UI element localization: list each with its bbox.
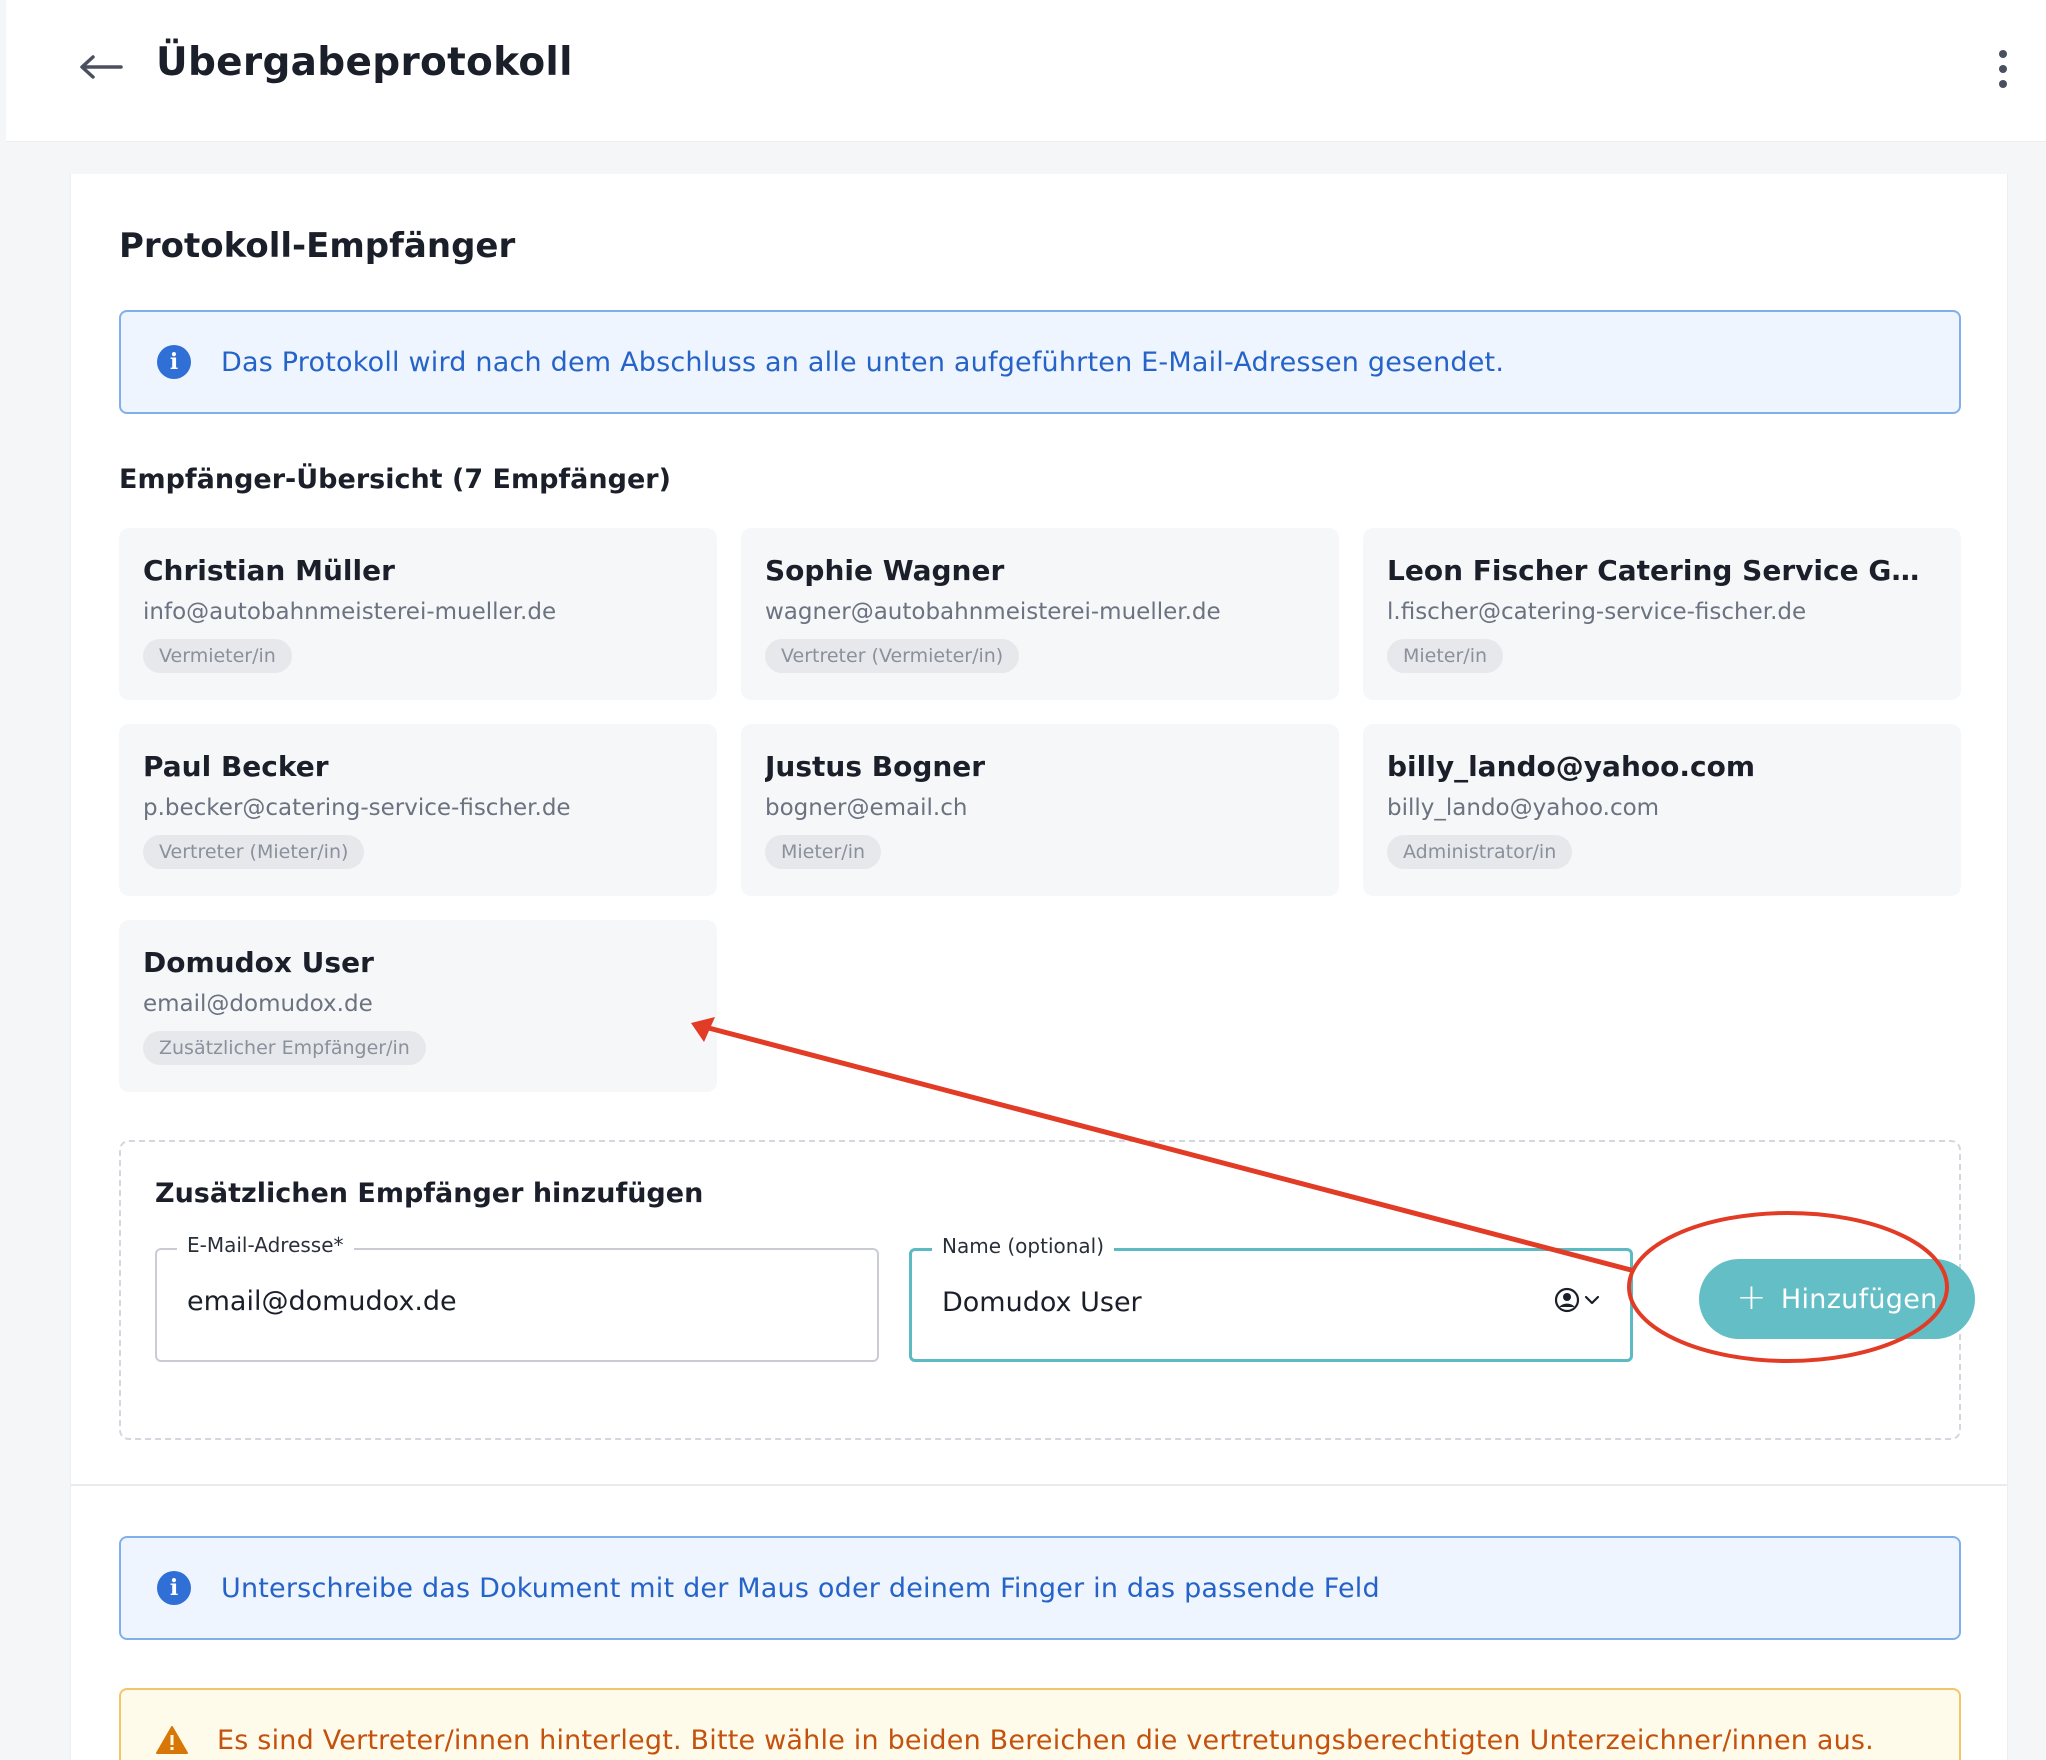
- recipient-card: Paul Becker p.becker@catering-service-fi…: [119, 724, 717, 896]
- more-menu-button[interactable]: [1986, 44, 2020, 94]
- warning-text: Es sind Vertreter/innen hinterlegt. Bitt…: [217, 1724, 1874, 1756]
- more-vertical-icon-dot: [1999, 80, 2007, 88]
- info-icon: i: [157, 1571, 191, 1605]
- recipient-name: billy_lando@yahoo.com: [1387, 750, 1755, 783]
- recipient-card: Christian Müller info@autobahnmeisterei-…: [119, 528, 717, 700]
- recipient-name: Sophie Wagner: [765, 554, 1005, 587]
- protocol-card: Protokoll-Empfänger i Das Protokoll wird…: [70, 174, 2008, 1760]
- email-field: E-Mail-Adresse*: [155, 1233, 879, 1362]
- add-recipient-title: Zusätzlichen Empfänger hinzufügen: [155, 1178, 704, 1209]
- top-bar: Übergabeprotokoll: [6, 0, 2046, 142]
- recipient-email: bogner@email.ch: [765, 795, 968, 821]
- email-field-label: E-Mail-Adresse*: [177, 1233, 354, 1257]
- recipient-email: l.fischer@catering-service-fischer.de: [1387, 599, 1807, 625]
- user-circle-icon: [1554, 1287, 1580, 1313]
- recipient-email: wagner@autobahnmeisterei-mueller.de: [765, 599, 1221, 625]
- recipient-name: Paul Becker: [143, 750, 329, 783]
- signature-info-banner: i Unterschreibe das Dokument mit der Mau…: [119, 1536, 1961, 1640]
- chevron-down-icon: [1584, 1295, 1600, 1305]
- add-recipient-panel: Zusätzlichen Empfänger hinzufügen E-Mail…: [119, 1140, 1975, 1440]
- recipient-card: Justus Bogner bogner@email.ch Mieter/in: [741, 724, 1339, 896]
- warning-triangle-icon: [156, 1726, 188, 1754]
- recipient-role-badge: Vermieter/in: [143, 639, 292, 673]
- recipient-overview-title: Empfänger-Übersicht (7 Empfänger): [119, 464, 671, 495]
- recipient-role-badge: Mieter/in: [765, 835, 882, 869]
- recipient-email: billy_lando@yahoo.com: [1387, 795, 1660, 821]
- add-recipient-button[interactable]: + Hinzufügen: [1699, 1259, 1975, 1339]
- name-field: Name (optional): [909, 1234, 1633, 1362]
- section-title: Protokoll-Empfänger: [119, 226, 516, 266]
- recipient-card: billy_lando@yahoo.com billy_lando@yahoo.…: [1363, 724, 1961, 896]
- email-input[interactable]: [187, 1286, 787, 1317]
- recipient-role-badge: Zusätzlicher Empfänger/in: [143, 1031, 426, 1065]
- recipient-email: email@domudox.de: [143, 991, 373, 1017]
- recipient-role-badge: Administrator/in: [1387, 835, 1573, 869]
- warning-banner: Es sind Vertreter/innen hinterlegt. Bitt…: [119, 1688, 1961, 1760]
- recipient-name: Domudox User: [143, 946, 374, 979]
- recipient-name: Christian Müller: [143, 554, 395, 587]
- recipient-name: Justus Bogner: [765, 750, 986, 783]
- more-vertical-icon-dot: [1999, 65, 2007, 73]
- add-button-label: Hinzufügen: [1780, 1283, 1938, 1315]
- recipient-email: info@autobahnmeisterei-mueller.de: [143, 599, 557, 625]
- name-field-label: Name (optional): [932, 1234, 1115, 1258]
- recipient-card: Leon Fischer Catering Service GmbH (L...…: [1363, 528, 1961, 700]
- recipient-email: p.becker@catering-service-fischer.de: [143, 795, 571, 821]
- page-title: Übergabeprotokoll: [156, 40, 573, 85]
- recipient-role-badge: Vertreter (Mieter/in): [143, 835, 365, 869]
- more-vertical-icon-dot: [1999, 50, 2007, 58]
- recipient-card: Domudox User email@domudox.de Zusätzlich…: [119, 920, 717, 1092]
- signature-info-text: Unterschreibe das Dokument mit der Maus …: [221, 1572, 1380, 1604]
- section-divider: [71, 1484, 2007, 1486]
- recipient-role-badge: Vertreter (Vermieter/in): [765, 639, 1020, 673]
- recipient-card: Sophie Wagner wagner@autobahnmeisterei-m…: [741, 528, 1339, 700]
- info-text: Das Protokoll wird nach dem Abschluss an…: [221, 346, 1505, 378]
- info-icon: i: [157, 345, 191, 379]
- contact-picker-button[interactable]: [1554, 1287, 1600, 1313]
- plus-icon: +: [1736, 1276, 1767, 1318]
- recipient-name: Leon Fischer Catering Service GmbH (L...: [1387, 554, 1937, 587]
- name-input[interactable]: [942, 1287, 1482, 1318]
- back-button[interactable]: [70, 38, 132, 96]
- arrow-left-icon: [80, 55, 123, 79]
- info-banner: i Das Protokoll wird nach dem Abschluss …: [119, 310, 1961, 414]
- recipient-role-badge: Mieter/in: [1387, 639, 1504, 673]
